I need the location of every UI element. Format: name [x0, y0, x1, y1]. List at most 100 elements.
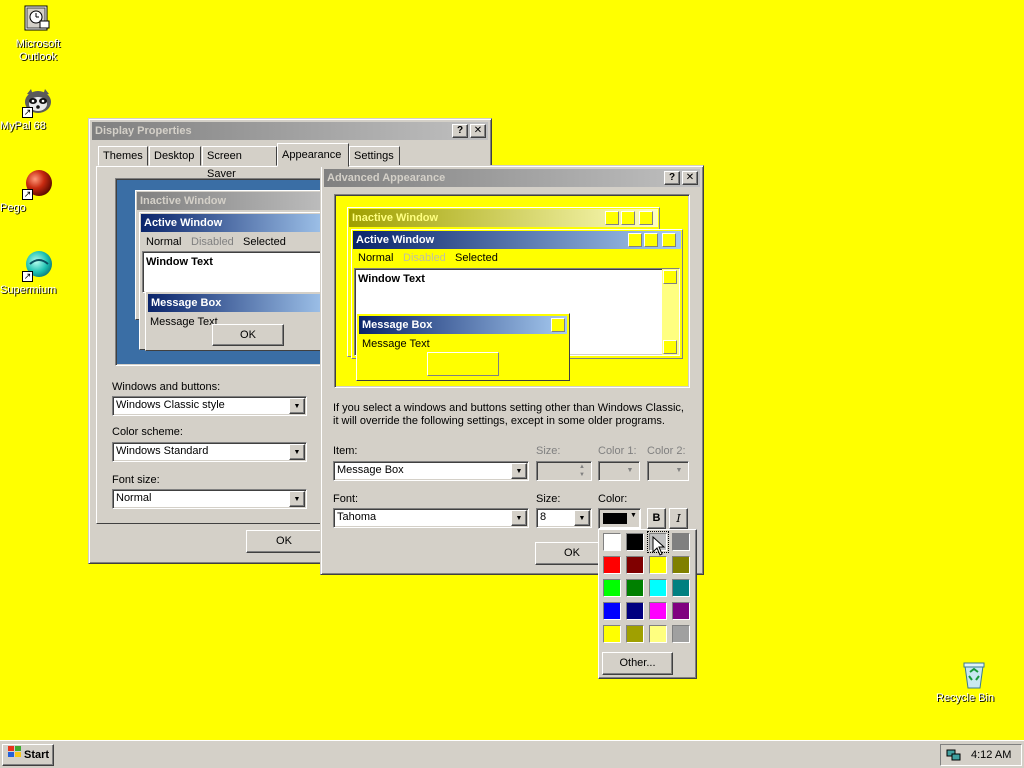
- desktop-icon-pego[interactable]: ↗ Pego: [0, 168, 76, 214]
- preview-message-box: Message Box Message Text OK: [145, 291, 335, 351]
- other-color-button[interactable]: Other...: [602, 652, 673, 675]
- supermium-icon: ↗: [22, 250, 54, 282]
- color2-select[interactable]: ▼: [647, 461, 689, 481]
- windows-logo-icon: [7, 745, 22, 765]
- desktop-icon-recycle-bin[interactable]: Recycle Bin: [936, 658, 1012, 704]
- color-swatch[interactable]: [672, 579, 690, 597]
- item-label: Item:: [333, 445, 358, 457]
- color-swatch[interactable]: [626, 579, 644, 597]
- clock[interactable]: 4:12 AM: [971, 749, 1011, 761]
- color-swatch[interactable]: [649, 602, 667, 620]
- color-swatch[interactable]: [626, 602, 644, 620]
- font-size-label: Font size:: [112, 474, 160, 486]
- color-swatch[interactable]: [672, 625, 690, 643]
- tab-settings[interactable]: Settings: [349, 146, 400, 166]
- windows-buttons-select[interactable]: Windows Classic style ▼: [112, 396, 307, 416]
- color-scheme-select[interactable]: Windows Standard ▼: [112, 442, 307, 462]
- start-button[interactable]: Start: [2, 744, 54, 766]
- taskbar: Start 4:12 AM: [0, 740, 1024, 768]
- preview-inactive-title: Inactive Window: [137, 192, 334, 210]
- close-button[interactable]: ✕: [470, 124, 486, 138]
- item-size-label: Size:: [536, 445, 561, 457]
- display-properties-titlebar[interactable]: Display Properties ? ✕: [92, 122, 488, 140]
- help-button[interactable]: ?: [664, 171, 680, 185]
- chevron-down-icon: ▼: [574, 510, 590, 526]
- adv-preview-menu-selected: Selected: [455, 252, 498, 264]
- color-swatch[interactable]: [626, 556, 644, 574]
- close-icon: ✕: [473, 125, 483, 136]
- shortcut-arrow-icon: ↗: [22, 107, 33, 118]
- help-button[interactable]: ?: [452, 124, 468, 138]
- color-swatch[interactable]: [672, 602, 690, 620]
- preview-message-text: Message Text: [150, 316, 218, 328]
- color-swatch[interactable]: [672, 556, 690, 574]
- windows-buttons-label: Windows and buttons:: [112, 381, 221, 393]
- desktop-icon-mypal[interactable]: ↗ MyPal 68: [0, 86, 76, 132]
- chevron-down-icon: ▼: [511, 510, 527, 526]
- color1-select[interactable]: ▼: [598, 461, 640, 481]
- chevron-down-icon: ▼: [289, 398, 305, 414]
- close-icon: ✕: [685, 172, 695, 183]
- bold-button[interactable]: B: [647, 508, 666, 529]
- adv-preview-message-box-title: Message Box: [359, 316, 567, 334]
- preview-window-body: Window Text: [142, 251, 334, 293]
- info-line-1: If you select a windows and buttons sett…: [333, 402, 684, 414]
- preview-menu-disabled: Disabled: [191, 236, 234, 248]
- desktop-icon-label: Supermium: [0, 284, 57, 296]
- pego-red-ball-icon: ↗: [22, 168, 54, 200]
- color-swatch[interactable]: [603, 533, 621, 551]
- desktop-icon-label: MyPal 68: [0, 120, 46, 132]
- preview-message-box-title: Message Box: [148, 294, 334, 312]
- color-swatch[interactable]: [603, 625, 621, 643]
- item-size-spinner[interactable]: ▲ ▼: [536, 461, 592, 481]
- recycle-bin-icon: [958, 658, 990, 690]
- adv-preview-scrollbar: [662, 269, 679, 355]
- desktop-icon-label: Recycle Bin: [936, 692, 995, 704]
- color-swatch[interactable]: [603, 579, 621, 597]
- item-select[interactable]: Message Box ▼: [333, 461, 529, 481]
- color-swatch[interactable]: [672, 533, 690, 551]
- color-swatch[interactable]: [626, 625, 644, 643]
- display-ok-button[interactable]: OK: [246, 530, 322, 553]
- tray-network-icon[interactable]: [946, 748, 962, 765]
- font-color-label: Color:: [598, 493, 628, 505]
- font-select[interactable]: Tahoma ▼: [333, 508, 529, 528]
- preview-menu-normal: Normal: [146, 236, 182, 248]
- adv-preview-message-box: Message Box Message Text: [356, 313, 570, 381]
- tab-desktop[interactable]: Desktop: [149, 146, 201, 166]
- advanced-appearance-titlebar[interactable]: Advanced Appearance ? ✕: [324, 169, 700, 187]
- color-swatch[interactable]: [603, 556, 621, 574]
- preview-window-text: Window Text: [146, 256, 213, 268]
- color2-label: Color 2:: [647, 445, 686, 457]
- font-color-button[interactable]: ▼: [598, 508, 641, 529]
- color-swatch[interactable]: [626, 533, 644, 551]
- desktop-icon-label: Microsoft Outlook: [15, 38, 61, 63]
- color-scheme-label: Color scheme:: [112, 426, 183, 438]
- window-title: Display Properties: [95, 125, 192, 137]
- color-swatch[interactable]: [649, 625, 667, 643]
- font-size-label: Size:: [536, 493, 561, 505]
- close-button[interactable]: ✕: [682, 171, 698, 185]
- adv-preview-menu-normal: Normal: [358, 252, 394, 264]
- tab-appearance[interactable]: Appearance: [277, 143, 349, 167]
- italic-button[interactable]: I: [669, 508, 688, 529]
- info-line-2: it will override the following settings,…: [333, 415, 665, 427]
- window-title: Advanced Appearance: [327, 172, 446, 184]
- chevron-down-icon: ▼: [622, 463, 638, 479]
- chevron-down-icon: ▼: [289, 491, 305, 507]
- preview-menu-selected: Selected: [243, 236, 286, 248]
- color-swatch[interactable]: [649, 579, 667, 597]
- tab-screen-saver[interactable]: Screen Saver: [202, 146, 277, 180]
- color-swatch[interactable]: [603, 602, 621, 620]
- tab-themes[interactable]: Themes: [98, 146, 148, 166]
- font-size-select[interactable]: Normal ▼: [112, 489, 307, 509]
- chevron-down-icon: ▼: [289, 444, 305, 460]
- shortcut-arrow-icon: ↗: [22, 271, 33, 282]
- preview-active-title: Active Window: [141, 214, 334, 232]
- desktop-icon-supermium[interactable]: ↗ Supermium: [0, 250, 76, 296]
- font-color-swatch: [603, 513, 627, 524]
- font-size-select[interactable]: 8 ▼: [536, 508, 592, 528]
- desktop-icon-outlook[interactable]: Microsoft Outlook: [0, 4, 76, 63]
- desktop-icon-label: Pego: [0, 202, 26, 214]
- chevron-down-icon: ▼: [671, 463, 687, 479]
